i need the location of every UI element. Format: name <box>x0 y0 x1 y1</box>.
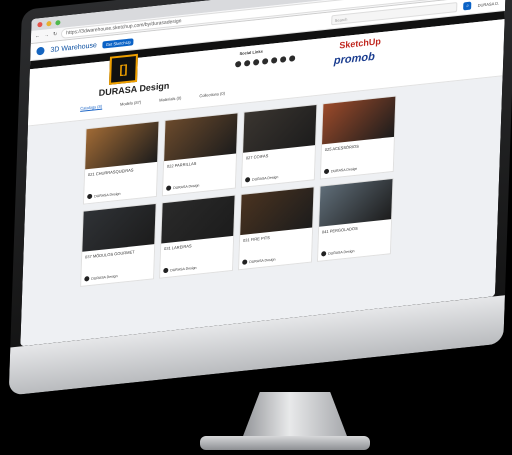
monitor-foot <box>200 436 370 450</box>
catalog-card[interactable]: 022 PARRILLAS DURASA Design <box>161 112 239 197</box>
tab-collections[interactable]: Collections (0) <box>199 91 225 100</box>
catalog-card[interactable]: 037 MÓDULOS GOURMET DURASA Design <box>80 202 157 288</box>
reload-icon[interactable]: ↻ <box>53 31 57 37</box>
card-author: DURASA Design <box>245 174 278 183</box>
card-author: DURASA Design <box>163 265 197 274</box>
card-author: DURASA Design <box>166 182 199 191</box>
email-icon[interactable] <box>289 55 296 62</box>
search-icon[interactable]: ⌕ <box>463 1 472 11</box>
youtube-icon[interactable] <box>235 60 242 68</box>
social-links-title: Social Links <box>239 48 263 57</box>
tab-catalogs[interactable]: Catalogs (8) <box>80 103 103 112</box>
tab-materials[interactable]: Materials (0) <box>159 95 181 103</box>
profile-logo: [] <box>109 53 138 85</box>
catalog-card[interactable]: 031 FIRE PITS DURASA Design <box>237 186 315 271</box>
promob-logo[interactable]: promob <box>334 51 375 67</box>
maximize-window-icon[interactable] <box>55 19 61 25</box>
forward-arrow-icon[interactable]: → <box>44 32 49 39</box>
minimize-window-icon[interactable] <box>46 20 52 26</box>
tab-models[interactable]: Models (87) <box>120 99 141 107</box>
avatar <box>84 276 90 282</box>
avatar <box>87 193 93 200</box>
avatar <box>166 185 172 191</box>
social-links <box>235 55 296 68</box>
card-author: DURASA Design <box>242 256 276 265</box>
avatar <box>321 251 327 257</box>
avatar <box>242 259 248 265</box>
catalog-card[interactable]: 027 COIFAS DURASA Design <box>240 103 318 189</box>
instagram-icon[interactable] <box>253 58 260 66</box>
catalog-card[interactable]: 021 CHURRASQUEIRAS DURASA Design <box>82 120 160 205</box>
avatar <box>163 267 169 274</box>
card-author: DURASA Design <box>84 273 118 282</box>
website-icon[interactable] <box>280 56 287 63</box>
card-author: DURASA Design <box>323 166 357 175</box>
sketchup-logo[interactable]: SketchUp <box>339 36 381 50</box>
back-arrow-icon[interactable]: ← <box>35 33 40 40</box>
avatar <box>245 177 251 183</box>
catalog-card[interactable]: 031 LAREIRAS DURASA Design <box>159 194 236 279</box>
get-sketchup-button[interactable]: Get SketchUp <box>102 37 134 48</box>
screen: ← → ↻ https://3dwarehouse.sketchup.com/b… <box>20 0 507 347</box>
monitor: ← → ↻ https://3dwarehouse.sketchup.com/b… <box>8 0 512 396</box>
card-author: DURASA Design <box>321 248 355 257</box>
screen-bezel: ← → ↻ https://3dwarehouse.sketchup.com/b… <box>20 0 507 347</box>
user-menu[interactable]: DURASA D. <box>478 0 500 7</box>
catalog-card[interactable]: 041 PERGOLADOS DURASA Design <box>316 177 394 263</box>
close-window-icon[interactable] <box>37 21 43 27</box>
linkedin-icon[interactable] <box>244 59 251 67</box>
facebook-icon[interactable] <box>271 57 278 64</box>
warehouse-logo-icon[interactable] <box>36 46 45 56</box>
catalog-card[interactable]: 025 ACESSÓRIOS DURASA Design <box>319 95 397 180</box>
avatar <box>323 168 330 175</box>
site-brand[interactable]: 3D Warehouse <box>50 42 97 54</box>
card-author: DURASA Design <box>87 191 121 200</box>
pinterest-icon[interactable] <box>262 58 269 65</box>
